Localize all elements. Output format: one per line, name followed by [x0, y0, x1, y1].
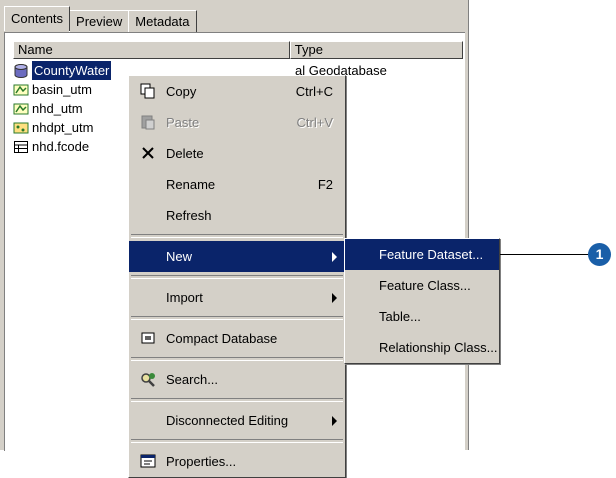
shortcut-label: F2	[317, 177, 333, 192]
menu-item-label: Refresh	[166, 208, 212, 223]
menu-item-delete[interactable]: Delete	[129, 138, 345, 169]
menu-item-label: Delete	[166, 146, 204, 161]
item-label: basin_utm	[32, 82, 92, 97]
new-submenu: Feature Dataset... Feature Class... Tabl…	[344, 238, 500, 364]
menu-item-properties[interactable]: Properties...	[129, 446, 345, 477]
compact-database-icon	[139, 330, 157, 348]
menu-item-label: Disconnected Editing	[166, 413, 289, 428]
menu-item-label: Copy	[166, 84, 197, 99]
delete-icon	[139, 145, 157, 163]
callout-badge: 1	[588, 243, 611, 266]
menu-item-rename[interactable]: Rename F2	[129, 169, 345, 200]
menu-separator	[131, 234, 343, 238]
menu-item-refresh[interactable]: Refresh	[129, 200, 345, 231]
submenu-arrow-icon	[332, 416, 337, 426]
coverage-icon	[13, 101, 29, 117]
column-header-type[interactable]: Type	[289, 41, 463, 59]
tab-preview[interactable]: Preview	[69, 10, 130, 33]
properties-icon	[139, 453, 157, 471]
menu-item-feature-dataset[interactable]: Feature Dataset...	[345, 239, 499, 270]
list-item[interactable]: nhdpt_utm	[13, 118, 111, 137]
tab-metadata[interactable]: Metadata	[128, 10, 197, 33]
menu-item-label: Import	[166, 290, 203, 305]
shortcut-label: Ctrl+V	[296, 115, 333, 130]
submenu-arrow-icon	[332, 252, 337, 262]
menu-item-label: Feature Class...	[379, 278, 471, 293]
item-label: nhd_utm	[32, 101, 83, 116]
menu-item-relationship-class[interactable]: Relationship Class...	[345, 332, 499, 363]
menu-item-compact-database[interactable]: Compact Database	[129, 323, 345, 354]
column-header: Name Type	[13, 41, 463, 59]
column-header-name[interactable]: Name	[13, 41, 290, 59]
menu-item-copy[interactable]: Copy Ctrl+C	[129, 76, 345, 107]
menu-item-label: Feature Dataset...	[379, 247, 484, 262]
menu-item-feature-class[interactable]: Feature Class...	[345, 270, 499, 301]
menu-item-label: Paste	[166, 115, 200, 130]
list-item[interactable]: nhd.fcode	[13, 137, 111, 156]
list-item[interactable]: nhd_utm	[13, 99, 111, 118]
menu-separator	[131, 357, 343, 361]
context-menu: Copy Ctrl+C Paste Ctrl+V Delete Rename F…	[128, 75, 346, 478]
menu-separator	[131, 275, 343, 279]
tab-strip: Contents Preview Metadata	[4, 6, 197, 33]
menu-item-label: Properties...	[166, 454, 237, 469]
shortcut-label: Ctrl+C	[295, 84, 333, 99]
item-label: nhdpt_utm	[32, 120, 94, 135]
menu-separator	[131, 439, 343, 443]
copy-icon	[139, 83, 157, 101]
menu-item-label: Rename	[166, 177, 216, 192]
item-list: CountyWater basin_utm nhd_utm nhdpt_utm	[13, 61, 112, 156]
menu-item-search[interactable]: Search...	[129, 364, 345, 395]
geodatabase-icon	[13, 63, 29, 79]
menu-item-label: Search...	[166, 372, 219, 387]
list-item[interactable]: CountyWater	[13, 61, 112, 80]
menu-item-label: Relationship Class...	[379, 340, 498, 355]
menu-item-label: Table...	[379, 309, 421, 324]
item-label: CountyWater	[32, 61, 112, 80]
menu-item-paste[interactable]: Paste Ctrl+V	[129, 107, 345, 138]
tab-contents[interactable]: Contents	[4, 6, 71, 31]
menu-item-new[interactable]: New	[129, 241, 345, 272]
coverage-icon	[13, 82, 29, 98]
menu-item-label: New	[166, 249, 193, 264]
item-label: nhd.fcode	[32, 139, 90, 154]
callout-leader-line	[500, 254, 590, 255]
search-icon	[139, 371, 157, 389]
submenu-arrow-icon	[332, 293, 337, 303]
menu-separator	[131, 398, 343, 402]
menu-separator	[131, 316, 343, 320]
menu-item-table[interactable]: Table...	[345, 301, 499, 332]
menu-item-label: Compact Database	[166, 331, 278, 346]
menu-item-disconnected-editing[interactable]: Disconnected Editing	[129, 405, 345, 436]
menu-item-import[interactable]: Import	[129, 282, 345, 313]
list-item[interactable]: basin_utm	[13, 80, 111, 99]
coverage-icon	[13, 120, 29, 136]
paste-icon	[139, 114, 157, 132]
table-icon	[13, 139, 29, 155]
